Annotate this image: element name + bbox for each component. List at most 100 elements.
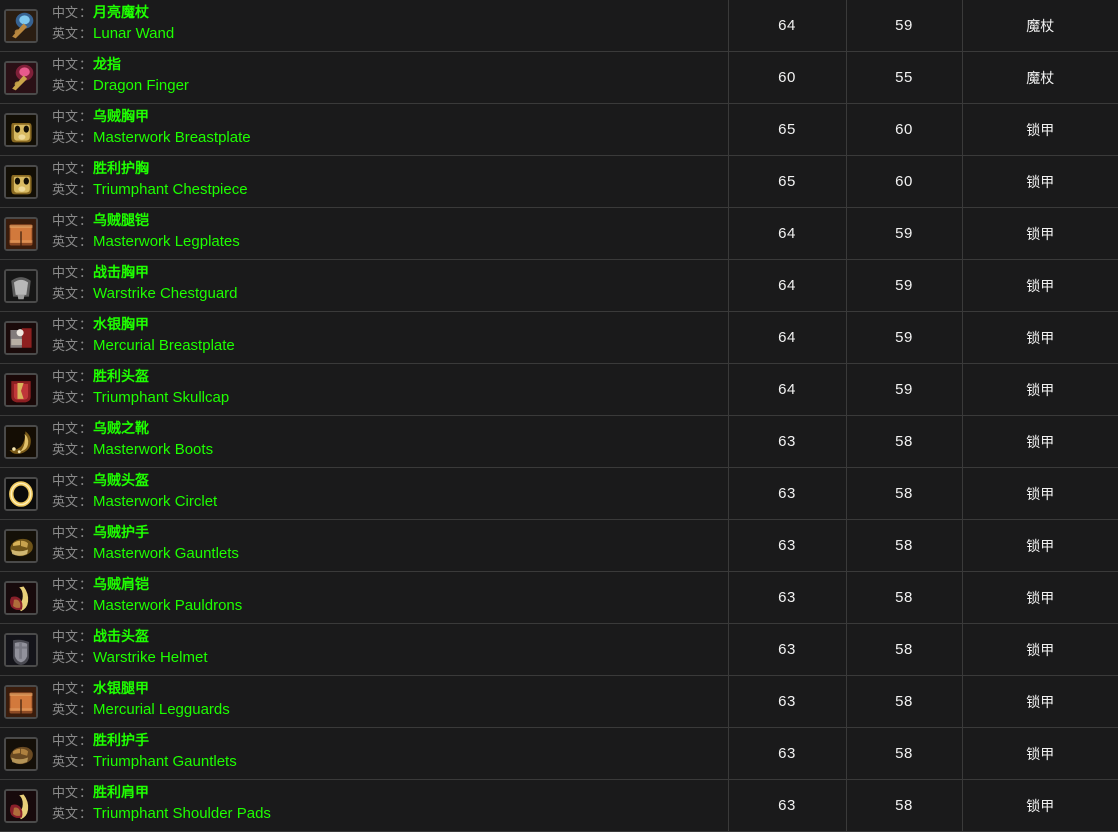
item-icon[interactable] xyxy=(4,684,38,719)
item-name-cell[interactable]: 中文 ： 水银腿甲 英文 ： Mercurial Legguards xyxy=(0,675,728,728)
label-separator-cn: ： xyxy=(79,56,93,72)
item-name-cn: 月亮魔杖 xyxy=(93,3,150,20)
label-english: 英文 xyxy=(52,285,79,301)
item-icon[interactable] xyxy=(4,580,38,615)
item-level-cell: 60 xyxy=(727,51,846,104)
item-names: 中文 ： 乌贼胸甲 英文 ： Masterwork Breastplate xyxy=(52,109,251,151)
label-separator-en: ： xyxy=(79,441,93,457)
item-icon[interactable] xyxy=(4,476,38,511)
item-name-cn: 战击胸甲 xyxy=(93,263,150,280)
item-level-cell: 63 xyxy=(727,779,846,832)
item-level-cell: 63 xyxy=(727,727,846,780)
table-row[interactable]: 中文 ： 战击胸甲 英文 ： Warstrike Chestguard 64 5… xyxy=(0,259,1118,312)
item-icon[interactable] xyxy=(4,268,38,303)
table-row[interactable]: 中文 ： 乌贼腿铠 英文 ： Masterwork Legplates 64 5… xyxy=(0,207,1118,260)
item-name-en-row: 英文 ： Triumphant Gauntlets xyxy=(52,754,237,775)
label-separator-cn: ： xyxy=(79,368,93,384)
item-name-cn: 胜利护手 xyxy=(93,731,150,748)
label-chinese: 中文 xyxy=(52,212,79,228)
item-list-table: 中文 ： 月亮魔杖 英文 ： Lunar Wand 64 59 魔杖 中文 ： … xyxy=(0,0,1118,832)
item-list-body: 中文 ： 月亮魔杖 英文 ： Lunar Wand 64 59 魔杖 中文 ： … xyxy=(0,0,1118,832)
item-type-cell: 锁甲 xyxy=(961,259,1118,312)
label-chinese: 中文 xyxy=(52,4,79,20)
table-row[interactable]: 中文 ： 乌贼肩铠 英文 ： Masterwork Pauldrons 63 5… xyxy=(0,571,1118,624)
item-type-cell: 锁甲 xyxy=(961,155,1118,208)
item-icon[interactable] xyxy=(4,164,38,199)
table-row[interactable]: 中文 ： 乌贼胸甲 英文 ： Masterwork Breastplate 65… xyxy=(0,103,1118,156)
item-name-cell[interactable]: 中文 ： 乌贼肩铠 英文 ： Masterwork Pauldrons xyxy=(0,571,728,624)
item-name-en-row: 英文 ： Triumphant Chestpiece xyxy=(52,182,248,203)
table-row[interactable]: 中文 ： 胜利肩甲 英文 ： Triumphant Shoulder Pads … xyxy=(0,779,1118,832)
table-row[interactable]: 中文 ： 胜利护手 英文 ： Triumphant Gauntlets 63 5… xyxy=(0,727,1118,780)
item-type-cell: 锁甲 xyxy=(961,571,1118,624)
item-names: 中文 ： 乌贼头盔 英文 ： Masterwork Circlet xyxy=(52,473,217,515)
item-icon[interactable] xyxy=(4,112,38,147)
item-name-en-row: 英文 ： Dragon Finger xyxy=(52,78,189,99)
item-name-cell[interactable]: 中文 ： 月亮魔杖 英文 ： Lunar Wand xyxy=(0,0,728,52)
label-chinese: 中文 xyxy=(52,784,79,800)
label-english: 英文 xyxy=(52,129,79,145)
table-row[interactable]: 中文 ： 胜利头盔 英文 ： Triumphant Skullcap 64 59… xyxy=(0,363,1118,416)
label-english: 英文 xyxy=(52,753,79,769)
item-name-cell[interactable]: 中文 ： 乌贼护手 英文 ： Masterwork Gauntlets xyxy=(0,519,728,572)
table-row[interactable]: 中文 ： 水银腿甲 英文 ： Mercurial Legguards 63 58… xyxy=(0,675,1118,728)
item-name-cell[interactable]: 中文 ： 胜利护胸 英文 ： Triumphant Chestpiece xyxy=(0,155,728,208)
item-icon[interactable] xyxy=(4,60,38,95)
item-icon[interactable] xyxy=(4,788,38,823)
item-icon[interactable] xyxy=(4,632,38,667)
table-row[interactable]: 中文 ： 胜利护胸 英文 ： Triumphant Chestpiece 65 … xyxy=(0,155,1118,208)
item-level-cell: 65 xyxy=(727,103,846,156)
item-name-cell[interactable]: 中文 ： 龙指 英文 ： Dragon Finger xyxy=(0,51,728,104)
item-level-cell: 63 xyxy=(727,571,846,624)
item-name-en-row: 英文 ： Masterwork Circlet xyxy=(52,494,217,515)
item-name-cell[interactable]: 中文 ： 乌贼头盔 英文 ： Masterwork Circlet xyxy=(0,467,728,520)
table-row[interactable]: 中文 ： 乌贼头盔 英文 ： Masterwork Circlet 63 58 … xyxy=(0,467,1118,520)
item-icon[interactable] xyxy=(4,528,38,563)
table-row[interactable]: 中文 ： 乌贼护手 英文 ： Masterwork Gauntlets 63 5… xyxy=(0,519,1118,572)
label-english: 英文 xyxy=(52,389,79,405)
item-name-cn-row: 中文 ： 胜利护手 xyxy=(52,733,237,754)
item-name-cell[interactable]: 中文 ： 乌贼腿铠 英文 ： Masterwork Legplates xyxy=(0,207,728,260)
label-separator-en: ： xyxy=(79,129,93,145)
table-row[interactable]: 中文 ： 乌贼之靴 英文 ： Masterwork Boots 63 58 锁甲 xyxy=(0,415,1118,468)
label-separator-en: ： xyxy=(79,753,93,769)
item-icon[interactable] xyxy=(4,216,38,251)
item-name-cell[interactable]: 中文 ： 胜利头盔 英文 ： Triumphant Skullcap xyxy=(0,363,728,416)
item-name-cell[interactable]: 中文 ： 胜利护手 英文 ： Triumphant Gauntlets xyxy=(0,727,728,780)
item-name-cell[interactable]: 中文 ： 胜利肩甲 英文 ： Triumphant Shoulder Pads xyxy=(0,779,728,832)
item-type-cell: 锁甲 xyxy=(961,207,1118,260)
item-name-en-row: 英文 ： Triumphant Skullcap xyxy=(52,390,229,411)
required-level-cell: 58 xyxy=(845,519,962,572)
item-name-cell[interactable]: 中文 ： 乌贼胸甲 英文 ： Masterwork Breastplate xyxy=(0,103,728,156)
table-row[interactable]: 中文 ： 水银胸甲 英文 ： Mercurial Breastplate 64 … xyxy=(0,311,1118,364)
label-english: 英文 xyxy=(52,441,79,457)
item-icon[interactable] xyxy=(4,424,38,459)
item-icon[interactable] xyxy=(4,8,38,43)
item-icon[interactable] xyxy=(4,320,38,355)
item-names: 中文 ： 战击胸甲 英文 ： Warstrike Chestguard xyxy=(52,265,238,307)
item-name-cn-row: 中文 ： 战击头盔 xyxy=(52,629,208,650)
item-name-cell[interactable]: 中文 ： 战击头盔 英文 ： Warstrike Helmet xyxy=(0,623,728,676)
item-icon[interactable] xyxy=(4,372,38,407)
table-row[interactable]: 中文 ： 月亮魔杖 英文 ： Lunar Wand 64 59 魔杖 xyxy=(0,0,1118,52)
item-name-en: Triumphant Chestpiece xyxy=(93,180,248,198)
required-level-cell: 59 xyxy=(845,259,962,312)
item-level-cell: 63 xyxy=(727,675,846,728)
table-row[interactable]: 中文 ： 战击头盔 英文 ： Warstrike Helmet 63 58 锁甲 xyxy=(0,623,1118,676)
item-name-en: Mercurial Legguards xyxy=(93,700,230,718)
item-name-cell[interactable]: 中文 ： 水银胸甲 英文 ： Mercurial Breastplate xyxy=(0,311,728,364)
item-name-cell[interactable]: 中文 ： 乌贼之靴 英文 ： Masterwork Boots xyxy=(0,415,728,468)
label-separator-cn: ： xyxy=(79,420,93,436)
item-name-en: Warstrike Helmet xyxy=(93,648,208,666)
item-name-cn-row: 中文 ： 胜利头盔 xyxy=(52,369,229,390)
label-separator-cn: ： xyxy=(79,316,93,332)
item-type-cell: 锁甲 xyxy=(961,467,1118,520)
table-row[interactable]: 中文 ： 龙指 英文 ： Dragon Finger 60 55 魔杖 xyxy=(0,51,1118,104)
required-level-cell: 58 xyxy=(845,415,962,468)
item-names: 中文 ： 水银腿甲 英文 ： Mercurial Legguards xyxy=(52,681,230,723)
item-name-cell[interactable]: 中文 ： 战击胸甲 英文 ： Warstrike Chestguard xyxy=(0,259,728,312)
item-icon[interactable] xyxy=(4,736,38,771)
label-separator-cn: ： xyxy=(79,212,93,228)
label-chinese: 中文 xyxy=(52,56,79,72)
item-names: 中文 ： 乌贼腿铠 英文 ： Masterwork Legplates xyxy=(52,213,240,255)
